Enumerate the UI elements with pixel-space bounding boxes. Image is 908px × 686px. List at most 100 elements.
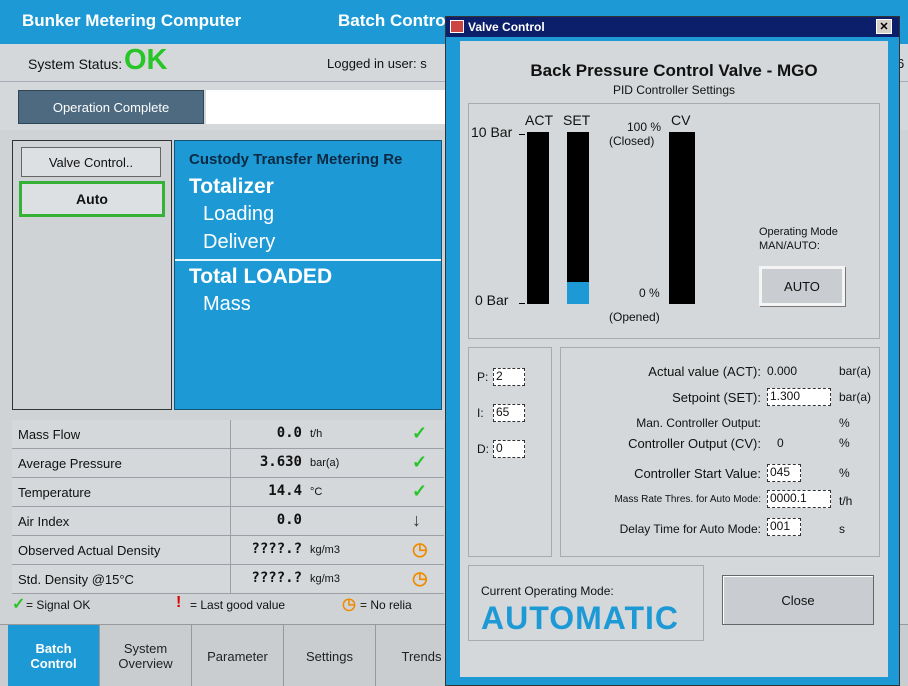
delay-time-input[interactable]: 001 <box>767 518 801 536</box>
auto-button[interactable]: Auto <box>19 181 165 217</box>
controller-values-panel: Actual value (ACT): 0.000 bar(a) Setpoin… <box>560 347 880 557</box>
tab-settings[interactable]: Settings <box>284 625 376 686</box>
total-loaded-label: Total LOADED <box>189 265 333 288</box>
table-row: Std. Density @15°C ????.? kg/m3 ◷ <box>12 565 444 594</box>
actual-unit: bar(a) <box>839 364 872 378</box>
table-row: Average Pressure 3.630 bar(a) ✓ <box>12 449 444 478</box>
status-legend: ✓ = Signal OK ! = Last good value ◷ = No… <box>12 594 444 618</box>
system-status-label: System Status: <box>28 56 123 72</box>
cv-output-value: 0 <box>777 436 784 450</box>
system-status-value: OK <box>124 44 168 76</box>
current-mode-label: Current Operating Mode: <box>481 584 614 598</box>
mass-rate-label: Mass Rate Thres. for Auto Mode: <box>614 494 761 505</box>
operating-mode-subcaption: MAN/AUTO: <box>759 240 820 252</box>
measurement-name: Mass Flow <box>18 427 81 442</box>
pid-parameters-panel: P: 2 I: 65 D: 0 <box>468 347 552 557</box>
tab-batch-control[interactable]: Batch Control <box>8 625 100 686</box>
man-output-unit: % <box>839 416 850 430</box>
measurement-value: 0.0 <box>276 512 302 528</box>
legend-last-good: = Last good value <box>190 598 286 612</box>
custody-title: Custody Transfer Metering Re <box>189 151 403 168</box>
exclamation-icon: ! <box>176 594 182 611</box>
setpoint-input[interactable]: 1.300 <box>767 388 831 406</box>
cv-top-sub: (Closed) <box>609 134 655 148</box>
dialog-title: Valve Control <box>468 20 545 34</box>
valve-app-icon <box>450 20 464 33</box>
start-value-input[interactable]: 045 <box>767 464 801 482</box>
measurement-unit: t/h <box>310 428 323 440</box>
bar-graph-panel: 10 Bar 0 Bar ACT SET 100 % (Closed) CV 0… <box>468 103 880 339</box>
cv-output-unit: % <box>839 436 850 450</box>
down-arrow-icon: ↓ <box>412 510 421 530</box>
close-button[interactable]: Close <box>722 575 874 625</box>
set-bar <box>567 132 589 304</box>
valve-panel: Valve Control.. Auto <box>12 140 172 410</box>
clock-icon: ◷ <box>412 539 428 559</box>
checkmark-icon: ✓ <box>412 481 428 501</box>
cv-bottom-sub: (Opened) <box>609 310 660 324</box>
pressure-scale-top: 10 Bar <box>471 124 513 140</box>
mass-rate-input[interactable]: 0000.1 <box>767 490 831 508</box>
measurement-name: Std. Density @15°C <box>18 572 134 587</box>
p-label: P: <box>477 370 489 384</box>
delivery-label: Delivery <box>203 231 276 253</box>
dialog-body: Back Pressure Control Valve - MGO PID Co… <box>460 41 888 677</box>
actual-value: 0.000 <box>767 364 798 378</box>
checkmark-icon: ✓ <box>412 452 428 472</box>
loading-label: Loading <box>203 203 275 225</box>
table-row: Observed Actual Density ????.? kg/m3 ◷ <box>12 536 444 565</box>
table-row: Air Index 0.0 ↓ <box>12 507 444 536</box>
legend-no-reliable: = No relia <box>360 598 412 612</box>
operating-mode-caption: Operating Mode <box>759 226 838 238</box>
setpoint-unit: bar(a) <box>839 390 872 404</box>
cv-bar <box>669 132 695 304</box>
custody-transfer-panel: Custody Transfer Metering Re Totalizer L… <box>174 140 442 410</box>
tab-system-overview[interactable]: System Overview <box>100 625 192 686</box>
dialog-titlebar[interactable]: Valve Control ✕ <box>446 17 899 37</box>
clock-icon: ◷ <box>412 568 428 588</box>
man-output-label: Man. Controller Output: <box>636 416 761 430</box>
act-bar <box>527 132 549 304</box>
tab-parameter[interactable]: Parameter <box>192 625 284 686</box>
checkmark-icon: ✓ <box>12 596 26 613</box>
cv-bottom-label: 0 % <box>639 286 660 300</box>
act-bar-label: ACT <box>525 112 553 128</box>
d-gain-input[interactable]: 0 <box>493 440 525 458</box>
set-bar-fill <box>567 281 589 304</box>
cv-bar-label: CV <box>671 112 691 128</box>
operation-info-field <box>206 90 446 124</box>
i-gain-input[interactable]: 65 <box>493 404 525 422</box>
app-title: Bunker Metering Computer <box>22 11 242 30</box>
actual-value-label: Actual value (ACT): <box>648 364 761 379</box>
measurement-unit: kg/m3 <box>310 544 340 556</box>
current-mode-panel: Current Operating Mode: AUTOMATIC <box>468 565 704 641</box>
pressure-scale-bottom: 0 Bar <box>475 292 509 308</box>
table-row: Mass Flow 0.0 t/h ✓ <box>12 420 444 449</box>
measurement-name: Observed Actual Density <box>18 543 161 558</box>
measurement-unit: bar(a) <box>310 457 340 469</box>
start-value-unit: % <box>839 466 850 480</box>
p-gain-input[interactable]: 2 <box>493 368 525 386</box>
mass-rate-unit: t/h <box>839 494 853 508</box>
measurement-name: Air Index <box>18 514 70 529</box>
operation-complete-button[interactable]: Operation Complete <box>18 90 204 124</box>
start-value-label: Controller Start Value: <box>634 466 761 481</box>
measurement-name: Temperature <box>18 485 91 500</box>
cv-top-label: 100 % <box>627 120 662 134</box>
table-row: Temperature 14.4 °C ✓ <box>12 478 444 507</box>
mass-label: Mass <box>203 293 251 315</box>
valve-control-dialog: Valve Control ✕ Back Pressure Control Va… <box>445 16 900 686</box>
cv-output-label: Controller Output (CV): <box>628 436 761 451</box>
delay-time-unit: s <box>839 522 845 536</box>
page-title: Batch Contro <box>338 11 446 30</box>
current-mode-value: AUTOMATIC <box>481 600 680 636</box>
setpoint-label: Setpoint (SET): <box>672 390 761 405</box>
operating-mode-toggle-button[interactable]: AUTO <box>759 266 845 306</box>
measurement-unit: °C <box>310 486 323 498</box>
close-icon[interactable]: ✕ <box>876 19 892 34</box>
measurement-value: 0.0 <box>276 425 302 441</box>
valve-control-button[interactable]: Valve Control.. <box>21 147 161 177</box>
set-bar-label: SET <box>563 112 591 128</box>
measurement-value: 14.4 <box>268 483 302 499</box>
measurement-name: Average Pressure <box>18 456 122 471</box>
